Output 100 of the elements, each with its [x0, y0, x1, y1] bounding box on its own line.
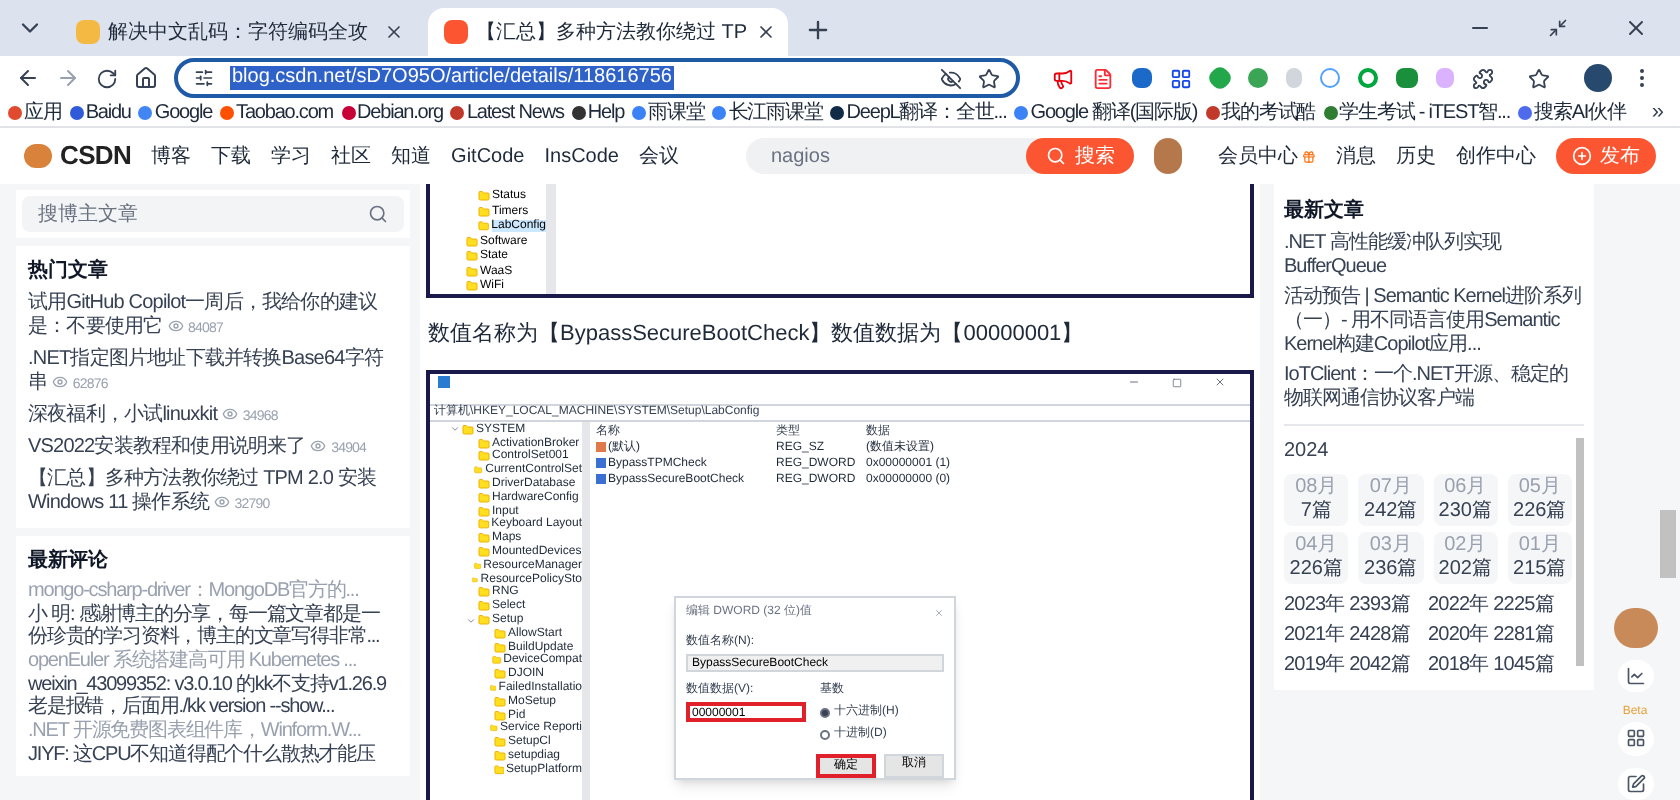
month-tile[interactable]: 01月 215篇 [1507, 532, 1572, 584]
search-icon [368, 204, 388, 224]
layout-button[interactable] [1617, 722, 1653, 756]
nav-link[interactable]: 历史 [1396, 141, 1436, 171]
nav-link[interactable]: 学习 [271, 141, 312, 171]
bookmark-item[interactable]: 学生考试 - iTEST智... [1323, 103, 1511, 123]
nav-link[interactable]: 创作中心 [1456, 141, 1536, 171]
search-field[interactable]: nagios 搜索 [746, 138, 1135, 174]
month-tile[interactable]: 05月 226篇 [1507, 474, 1572, 526]
extension-icon[interactable] [1170, 67, 1192, 89]
bookmarks-icon[interactable] [1528, 67, 1550, 89]
nav-link[interactable]: GitCode [451, 141, 525, 171]
restore-icon[interactable] [1548, 18, 1568, 38]
nav-link[interactable]: 知道 [391, 141, 432, 171]
profile-avatar[interactable] [1584, 64, 1612, 92]
section-title: 最新文章 [1284, 196, 1366, 226]
extension-icon[interactable] [1092, 67, 1114, 89]
reload-icon[interactable] [96, 67, 118, 89]
blog-search-field[interactable]: 搜博主文章 [22, 196, 404, 232]
bookmark-star-icon[interactable] [978, 67, 1000, 89]
bookmark-item[interactable]: Baidu [69, 103, 131, 123]
bookmark-item[interactable]: Google [138, 103, 213, 123]
month-tile[interactable]: 02月 202篇 [1433, 532, 1498, 584]
page-scrollbar-thumb[interactable] [1660, 510, 1676, 578]
bookmark-item[interactable]: Latest News [450, 103, 564, 123]
year-archive-link[interactable]: 2020年 2281篇 [1428, 624, 1572, 648]
bookmark-item[interactable]: 长江雨课堂 [712, 103, 823, 123]
post-count: 236篇 [1364, 558, 1418, 582]
post-count: 7篇 [1300, 500, 1332, 524]
browser-tab[interactable]: 解决中文乱码：字符编码全攻 [60, 8, 420, 56]
data-button[interactable] [1617, 659, 1653, 693]
site-settings-icon[interactable] [194, 68, 214, 88]
article-link[interactable]: .NET 高性能缓冲队列实现 BufferQueue [1284, 232, 1584, 280]
year-archive-link[interactable]: 2018年 1045篇 [1428, 654, 1572, 678]
month-label: 04月 [1295, 534, 1338, 558]
views-icon [221, 406, 238, 423]
month-label: 01月 [1518, 534, 1561, 558]
month-tile[interactable]: 06月 230篇 [1433, 474, 1498, 526]
radio-button[interactable] [820, 707, 830, 717]
article-link[interactable]: IoTClient：一个.NET开源、稳定的物联网通信协议客户端 [1284, 364, 1584, 412]
site-icon [444, 20, 468, 44]
section-title: 热门文章 [28, 256, 110, 286]
comment-text: JIYF: 这CPU不知道得配个什么散热才能压 [28, 744, 378, 766]
nav-link[interactable]: InsCode [544, 141, 619, 171]
month-label: 06月 [1444, 476, 1487, 500]
views-icon [167, 318, 184, 335]
nav-link[interactable]: 社区 [331, 141, 372, 171]
extension-icon[interactable] [1132, 68, 1152, 88]
site-logo[interactable]: CSDN [60, 136, 132, 176]
year-archive-link[interactable]: 2023年 2393篇 [1284, 594, 1428, 618]
bookmark-item[interactable]: 雨课堂 [632, 103, 705, 123]
bookmark-item[interactable]: 搜索AI伙伴 [1518, 103, 1626, 123]
nav-link[interactable]: 会员中心 [1218, 141, 1299, 171]
user-avatar[interactable] [1154, 138, 1183, 174]
close-icon[interactable] [1624, 16, 1648, 40]
month-tile[interactable]: 08月 7篇 [1284, 474, 1349, 526]
year-archive-link[interactable]: 2021年 2428篇 [1284, 624, 1428, 648]
address-field[interactable]: blog.csdn.net/sD7O95O/article/details/118616756 [174, 58, 1020, 98]
nav-link[interactable]: 下载 [211, 141, 252, 171]
bookmark-item[interactable]: Help [571, 103, 625, 123]
bookmark-item[interactable]: Debian.org [341, 103, 443, 123]
nav-link[interactable]: 消息 [1336, 141, 1376, 171]
edit-icon [1625, 773, 1645, 794]
article-link[interactable]: 活动预告 | Semantic Kernel进阶系列（一）- 用不同语言使用Semantic Kernel构建Copilot应用... [1284, 286, 1584, 358]
eye-off-icon[interactable] [940, 67, 962, 89]
comment-text: 小 明: 感谢博主的分享，每一篇文章都是一份珍贵的学习资料，博主的文章写得非常... [28, 604, 382, 648]
year-archive-link[interactable]: 2022年 2225篇 [1428, 594, 1572, 618]
bookmark-item[interactable]: 应用 [8, 103, 62, 123]
radio-button[interactable] [820, 729, 830, 739]
new-tab-icon[interactable] [804, 16, 832, 44]
month-tile[interactable]: 04月 226篇 [1284, 532, 1349, 584]
close-icon[interactable] [384, 22, 404, 42]
edit-button[interactable] [1617, 767, 1653, 800]
month-tile[interactable]: 07月 242篇 [1358, 474, 1423, 526]
month-tile[interactable]: 03月 236篇 [1358, 532, 1423, 584]
folder-icon [462, 423, 474, 436]
bookmark-item[interactable]: Taobao.com [220, 103, 334, 123]
nav-link[interactable]: 会议 [638, 141, 679, 171]
forward-icon[interactable] [56, 66, 80, 90]
post-count: 230篇 [1438, 500, 1492, 524]
year-archive-link[interactable]: 2019年 2042篇 [1284, 654, 1428, 678]
month-label: 05月 [1518, 476, 1561, 500]
chart-icon [1625, 666, 1645, 687]
nav-link[interactable]: 博客 [151, 141, 192, 171]
back-icon[interactable] [16, 66, 40, 90]
home-icon[interactable] [134, 66, 158, 90]
bookmark-item[interactable]: Google 翻译(国际版) [1014, 103, 1198, 123]
views-icon [52, 374, 68, 391]
extension-icon[interactable] [1396, 68, 1418, 88]
close-icon[interactable] [1214, 376, 1226, 388]
close-icon[interactable] [755, 22, 776, 42]
search-icon [1046, 146, 1067, 166]
bookmark-item[interactable]: DeepL翻译：全世... [830, 103, 1007, 123]
bookmark-item[interactable]: 我的考试酷 [1205, 103, 1316, 123]
post-count: 242篇 [1364, 500, 1418, 524]
maximize-icon[interactable] [1172, 377, 1182, 387]
browser-tab[interactable]: 【汇总】多种方法教你绕过 TP [428, 8, 788, 56]
extensions-icon[interactable] [1472, 67, 1494, 89]
more-bookmarks-button[interactable]: » [1651, 102, 1664, 124]
megaphone-icon[interactable] [1052, 67, 1074, 89]
